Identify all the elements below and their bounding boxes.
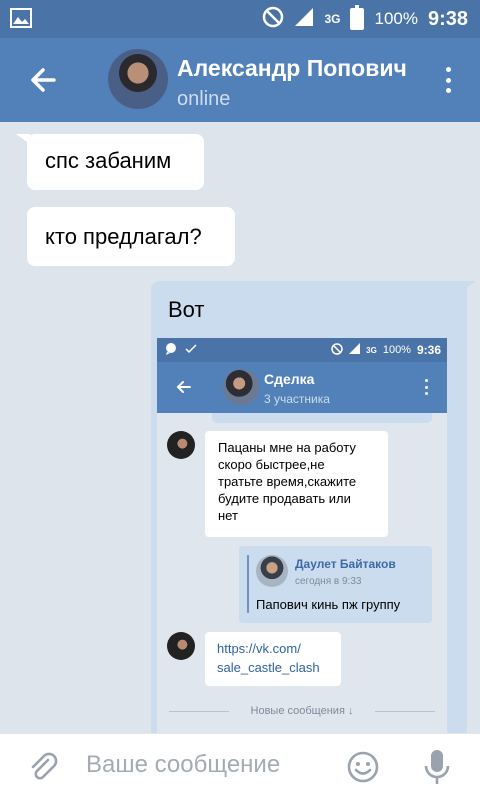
group-title: Сделка: [264, 371, 315, 387]
outgoing-message-text: Вот: [168, 297, 205, 322]
battery-percent: 100%: [374, 9, 418, 28]
embedded-link-message: https://vk.com/ sale_castle_clash: [205, 632, 341, 686]
link-line: sale_castle_clash: [217, 660, 320, 675]
new-messages-divider: Новые сообщения ↓: [157, 703, 447, 719]
signal-icon: [349, 343, 361, 357]
network-type: 3G: [366, 345, 377, 355]
sender-avatar: [167, 431, 195, 459]
quoted-date: сегодня в 9:33: [295, 576, 362, 587]
back-arrow-icon[interactable]: [26, 62, 62, 98]
message-input[interactable]: Ваше сообщение: [86, 751, 280, 779]
check-icon: [185, 343, 197, 357]
battery-icon: [350, 5, 365, 30]
contact-avatar[interactable]: [108, 49, 168, 109]
quoted-text: Папович кинь пж группу: [256, 597, 401, 612]
sender-avatar: [167, 632, 195, 660]
more-menu-icon: [425, 379, 429, 395]
embedded-incoming-message: Пацаны мне на работу скоро быстрее,не тр…: [205, 431, 388, 537]
message-line: будите продавать или: [218, 491, 351, 506]
clock: 9:36: [416, 343, 441, 357]
embedded-chat-header: Сделка 3 участника: [157, 362, 447, 413]
message-line: скоро быстрее,не: [218, 457, 325, 472]
message-line: нет: [218, 508, 238, 523]
signal-icon: [294, 7, 314, 32]
outgoing-message[interactable]: Вот 3G 100% 9:36 Сделка 3 участника Паца…: [151, 281, 467, 741]
group-avatar: [223, 369, 259, 405]
message-composer: Ваше сообщение: [0, 733, 480, 800]
previous-message: [212, 413, 432, 423]
battery-percent: 100%: [382, 344, 411, 356]
microphone-icon[interactable]: [422, 748, 452, 786]
status-bar: 3G 100% 9:38: [0, 0, 480, 38]
chat-bubble-icon: [165, 342, 177, 358]
message-line: Пацаны мне на работу: [218, 440, 356, 455]
contact-name[interactable]: Александр Попович: [177, 55, 407, 82]
network-type: 3G: [324, 12, 341, 26]
group-subtitle: 3 участника: [264, 392, 330, 406]
back-arrow-icon: [175, 378, 193, 396]
link-line: https://vk.com/: [217, 641, 301, 656]
attach-icon[interactable]: [27, 751, 59, 783]
quoted-author-avatar: [256, 555, 288, 587]
embedded-outgoing-message: Даулет Байтаков сегодня в 9:33 Папович к…: [239, 546, 432, 623]
quoted-author: Даулет Байтаков: [295, 557, 396, 571]
gallery-notification-icon: [10, 8, 32, 33]
message-line: тратьте время,скажите: [218, 474, 357, 489]
contact-status: online: [177, 88, 231, 110]
do-not-disturb-icon: [331, 342, 343, 358]
attached-screenshot[interactable]: 3G 100% 9:36 Сделка 3 участника Пацаны м…: [157, 338, 447, 741]
do-not-disturb-icon: [262, 6, 284, 33]
incoming-message[interactable]: спс забаним: [27, 134, 204, 190]
embedded-status-bar: 3G 100% 9:36: [157, 338, 447, 362]
emoji-icon[interactable]: [346, 750, 380, 784]
chat-header: Александр Попович online: [0, 38, 480, 122]
more-menu-icon[interactable]: [446, 67, 452, 93]
clock: 9:38: [427, 7, 468, 30]
incoming-message[interactable]: кто предлагал?: [27, 207, 235, 266]
quote-bar: [247, 555, 249, 613]
